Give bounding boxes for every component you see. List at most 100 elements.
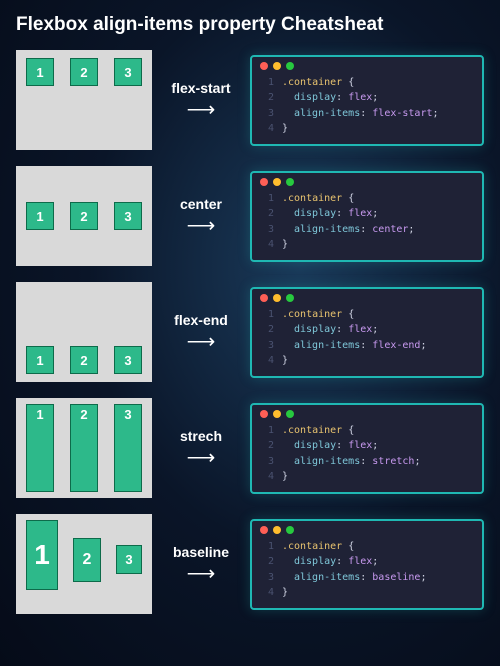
property-label: flex-start	[162, 80, 240, 96]
line-number: 3	[260, 454, 274, 470]
code-text: display: flex;	[282, 90, 378, 106]
code-text: }	[282, 585, 288, 601]
code-line: 2 display: flex;	[260, 206, 474, 222]
demo-box: 3	[114, 404, 142, 492]
window-dot-icon	[273, 410, 281, 418]
label-column: flex-start ⟶	[162, 80, 240, 120]
code-text: }	[282, 469, 288, 485]
code-line: 2 display: flex;	[260, 438, 474, 454]
code-line: 4}	[260, 585, 474, 601]
window-dots	[260, 62, 474, 70]
window-dot-icon	[286, 178, 294, 186]
cheatsheet-row: 123 center ⟶ 1 .container { 2 display: flex; 3a…	[16, 166, 484, 266]
demo-box: 3	[114, 346, 142, 374]
code-text: display: flex;	[282, 322, 378, 338]
line-number: 2	[260, 206, 274, 222]
line-number: 4	[260, 353, 274, 369]
property-label: strech	[162, 428, 240, 444]
line-number: 2	[260, 554, 274, 570]
demo-box: 2	[70, 404, 98, 492]
line-number: 2	[260, 322, 274, 338]
code-line: 2 display: flex;	[260, 90, 474, 106]
line-number: 2	[260, 438, 274, 454]
code-block: 1.container {2display: flex;3align-items…	[250, 55, 484, 146]
line-number: 1	[260, 423, 274, 439]
line-number: 4	[260, 585, 274, 601]
flex-demo: 123	[16, 50, 152, 150]
arrow-icon: ⟶	[162, 564, 240, 584]
code-line: 3 align-items: baseline;	[260, 570, 474, 586]
line-number: 4	[260, 237, 274, 253]
code-block: 1 .container { 2 display: flex; 3 align-items…	[250, 287, 484, 378]
code-text: align-items: center;	[282, 222, 414, 238]
code-text: .container {	[282, 307, 354, 323]
window-dot-icon	[260, 62, 268, 70]
code-text: .container {	[282, 423, 354, 439]
window-dot-icon	[260, 178, 268, 186]
window-dot-icon	[273, 294, 281, 302]
window-dot-icon	[273, 526, 281, 534]
line-number: 1	[260, 539, 274, 555]
line-number: 1	[260, 191, 274, 207]
demo-box: 2	[70, 202, 98, 230]
code-line: 3align-items: flex-start;	[260, 106, 474, 122]
demo-box: 1	[26, 404, 54, 492]
code-line: 1 .container {	[260, 191, 474, 207]
window-dot-icon	[286, 294, 294, 302]
label-column: baseline ⟶	[162, 544, 240, 584]
window-dot-icon	[286, 526, 294, 534]
code-text: align-items: stretch;	[282, 454, 420, 470]
demo-box: 3	[116, 545, 142, 574]
window-dot-icon	[260, 294, 268, 302]
code-line: 1.container {	[260, 539, 474, 555]
code-line: 3 align-items: center;	[260, 222, 474, 238]
code-line: 1 .container {	[260, 307, 474, 323]
window-dots	[260, 410, 474, 418]
code-text: display: flex;	[282, 206, 378, 222]
code-line: 1 .container {	[260, 423, 474, 439]
line-number: 3	[260, 106, 274, 122]
code-line: 4}	[260, 353, 474, 369]
property-label: center	[162, 196, 240, 212]
code-text: align-items: flex-end;	[282, 338, 426, 354]
code-text: align-items: baseline;	[282, 570, 426, 586]
demo-box: 1	[26, 520, 58, 590]
flex-demo: 123	[16, 166, 152, 266]
arrow-icon: ⟶	[162, 448, 240, 468]
code-block: 1 .container { 2 display: flex; 3 align-items…	[250, 171, 484, 262]
line-number: 4	[260, 121, 274, 137]
line-number: 3	[260, 570, 274, 586]
line-number: 1	[260, 307, 274, 323]
property-label: baseline	[162, 544, 240, 560]
code-line: 2 display: flex;	[260, 322, 474, 338]
arrow-icon: ⟶	[162, 100, 240, 120]
cheatsheet-row: 123flex-end⟶1.container {2display: flex;…	[16, 282, 484, 382]
window-dot-icon	[286, 62, 294, 70]
rows-container: 123flex-start⟶1.container {2display: fle…	[16, 50, 484, 614]
window-dots	[260, 526, 474, 534]
label-column: strech ⟶	[162, 428, 240, 468]
demo-box: 2	[70, 346, 98, 374]
line-number: 3	[260, 338, 274, 354]
code-line: 3 align-items: stretch;	[260, 454, 474, 470]
code-line: 4}	[260, 237, 474, 253]
property-label: flex-end	[162, 312, 240, 328]
page-title: Flexbox align-items property Cheatsheat	[16, 14, 484, 36]
cheatsheet-row: 123strech⟶1.container {2display: flex;3a…	[16, 398, 484, 498]
demo-box: 1	[26, 58, 54, 86]
window-dot-icon	[273, 178, 281, 186]
code-text: }	[282, 353, 288, 369]
line-number: 2	[260, 90, 274, 106]
flex-demo: 123	[16, 514, 152, 614]
code-text: display: flex;	[282, 438, 378, 454]
code-block: 1.container {2 display: flex; 3 align-items…	[250, 519, 484, 610]
window-dot-icon	[286, 410, 294, 418]
line-number: 4	[260, 469, 274, 485]
code-text: display: flex;	[282, 554, 378, 570]
arrow-icon: ⟶	[162, 216, 240, 236]
code-text: .container {	[282, 191, 354, 207]
code-text: }	[282, 121, 288, 137]
window-dot-icon	[260, 526, 268, 534]
line-number: 3	[260, 222, 274, 238]
flex-demo: 123	[16, 398, 152, 498]
